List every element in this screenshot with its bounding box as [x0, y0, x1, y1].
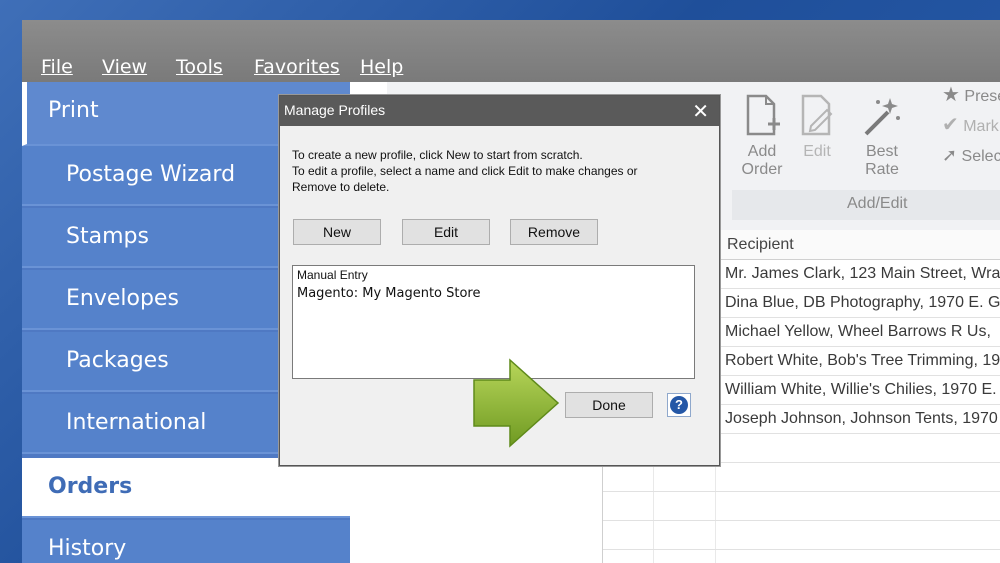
table-row [603, 492, 1000, 521]
recipient-cell: Robert White, Bob's Tree Trimming, 19 [725, 352, 1000, 369]
pointer-arrow-icon [473, 358, 560, 448]
sidebar-item-history[interactable]: History [22, 520, 350, 563]
help-button[interactable]: ? [667, 393, 691, 417]
menu-file[interactable]: File [41, 56, 73, 78]
menu-tools[interactable]: Tools [176, 56, 223, 78]
preset-label: Preset [964, 88, 1000, 105]
list-item[interactable]: Manual Entry [297, 268, 368, 282]
dialog-title-bar: Manage Profiles ✕ [280, 96, 719, 126]
menu-help[interactable]: Help [360, 56, 403, 78]
recipient-cell: Michael Yellow, Wheel Barrows R Us, [725, 323, 991, 340]
sidebar-item-label: Print [48, 98, 99, 123]
star-icon: ★ [942, 84, 960, 106]
table-row [603, 521, 1000, 550]
select-button[interactable]: ➚ Select [942, 146, 1000, 166]
table-row [603, 463, 1000, 492]
help-icon: ? [670, 396, 688, 414]
new-button[interactable]: New [293, 219, 381, 245]
menu-view[interactable]: View [102, 56, 147, 78]
select-label: Select [961, 148, 1000, 165]
dialog-instructions: To create a new profile, click New to st… [292, 147, 638, 195]
add-order-button[interactable]: Add Order [732, 94, 792, 179]
preset-button[interactable]: ★ Preset [942, 84, 1000, 106]
recipient-cell: Mr. James Clark, 123 Main Street, Wran [725, 265, 1000, 282]
ribbon-group-label: Add/Edit [847, 195, 908, 212]
magic-wand-icon [864, 98, 900, 136]
recipient-cell: Joseph Johnson, Johnson Tents, 1970 [725, 410, 998, 427]
column-header-label: Recipient [727, 236, 794, 253]
recipient-cell: William White, Willie's Chilies, 1970 E.… [725, 381, 1000, 398]
sidebar-item-label: International [66, 410, 207, 435]
sidebar-item-label: History [48, 536, 127, 561]
best-rate-button[interactable]: Best Rate [857, 94, 907, 179]
sidebar-item-label: Envelopes [66, 286, 179, 311]
checkmark-icon: ✔ [942, 114, 959, 136]
list-item[interactable]: Magento: My Magento Store [297, 286, 481, 301]
sidebar-item-label: Stamps [66, 224, 149, 249]
instruction-line: Remove to delete. [292, 180, 390, 194]
sidebar-item-orders[interactable]: Orders [22, 458, 350, 518]
best-rate-label: Best Rate [865, 143, 899, 178]
close-icon[interactable]: ✕ [692, 99, 709, 124]
instruction-line: To edit a profile, select a name and cli… [292, 164, 638, 178]
edit-label: Edit [803, 143, 831, 160]
sidebar-item-label: Orders [48, 474, 133, 499]
recipient-cell: Dina Blue, DB Photography, 1970 E. Gr [725, 294, 1000, 311]
instruction-line: To create a new profile, click New to st… [292, 148, 583, 162]
menu-bar: File View Tools Favorites Help [22, 20, 1000, 82]
sidebar-item-label: Packages [66, 348, 169, 373]
add-order-icon [746, 94, 780, 136]
cursor-icon: ➚ [942, 145, 958, 165]
sidebar-item-label: Postage Wizard [66, 162, 236, 187]
edit-doc-icon [801, 94, 833, 136]
remove-button[interactable]: Remove [510, 219, 598, 245]
add-order-label: Add Order [741, 143, 783, 178]
mark-label: Mark a [963, 118, 1000, 135]
menu-favorites[interactable]: Favorites [254, 56, 340, 78]
mark-button[interactable]: ✔ Mark a [942, 114, 1000, 136]
dialog-title: Manage Profiles [284, 102, 386, 118]
edit-profile-button[interactable]: Edit [402, 219, 490, 245]
edit-button[interactable]: Edit [792, 94, 842, 161]
done-button[interactable]: Done [565, 392, 653, 418]
